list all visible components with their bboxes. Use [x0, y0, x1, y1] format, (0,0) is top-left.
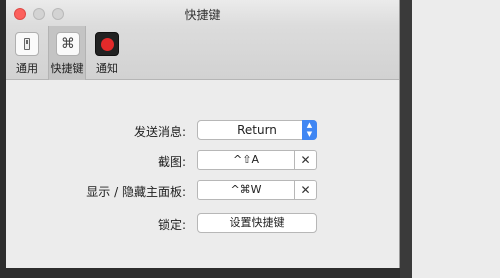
send-message-popup[interactable]: Return ▲ ▼ [197, 120, 317, 140]
preferences-window: 快捷键 通用 ⌘ 快捷键 通知 发送消息: Return ▲ ▼ 截图: ^⇧A… [6, 0, 400, 268]
tab-shortcuts-label: 快捷键 [50, 62, 84, 75]
window-title: 快捷键 [184, 8, 221, 22]
screen: 快捷键 通用 ⌘ 快捷键 通知 发送消息: Return ▲ ▼ 截图: ^⇧A… [0, 0, 500, 278]
set-lock-shortcut-button[interactable]: 设置快捷键 [197, 213, 317, 233]
tab-notifications-label: 通知 [96, 62, 118, 75]
toggle-panel-shortcut-field[interactable]: ^⌘W [197, 180, 295, 200]
command-key-icon: ⌘ [56, 32, 80, 56]
screenshot-clear-button[interactable]: ✕ [295, 150, 317, 170]
background-bottom [6, 268, 400, 278]
preferences-toolbar: 通用 ⌘ 快捷键 通知 [6, 26, 399, 80]
toggle-panel-label: 显示 / 隐藏主面板: [86, 185, 186, 199]
send-message-value: Return [237, 123, 277, 137]
background-right [400, 0, 500, 278]
tab-general-label: 通用 [16, 62, 38, 75]
toggle-panel-clear-button[interactable]: ✕ [295, 180, 317, 200]
tab-notifications[interactable]: 通知 [88, 26, 126, 80]
tab-general[interactable]: 通用 [8, 26, 46, 80]
title-bar[interactable]: 快捷键 [6, 0, 399, 26]
screenshot-shortcut-field[interactable]: ^⇧A [197, 150, 295, 170]
lock-label: 锁定: [157, 218, 186, 232]
screenshot-label: 截图: [157, 155, 186, 169]
send-message-label: 发送消息: [133, 125, 186, 139]
background-right-edge [400, 0, 412, 278]
tab-shortcuts[interactable]: ⌘ 快捷键 [48, 26, 86, 80]
shortcut-settings-panel: 发送消息: Return ▲ ▼ 截图: ^⇧A ✕ 显示 / 隐藏主面板: ^⌘… [6, 80, 399, 268]
switch-icon [15, 32, 39, 56]
chevron-up-down-icon: ▲ ▼ [302, 120, 317, 140]
record-icon [95, 32, 119, 56]
